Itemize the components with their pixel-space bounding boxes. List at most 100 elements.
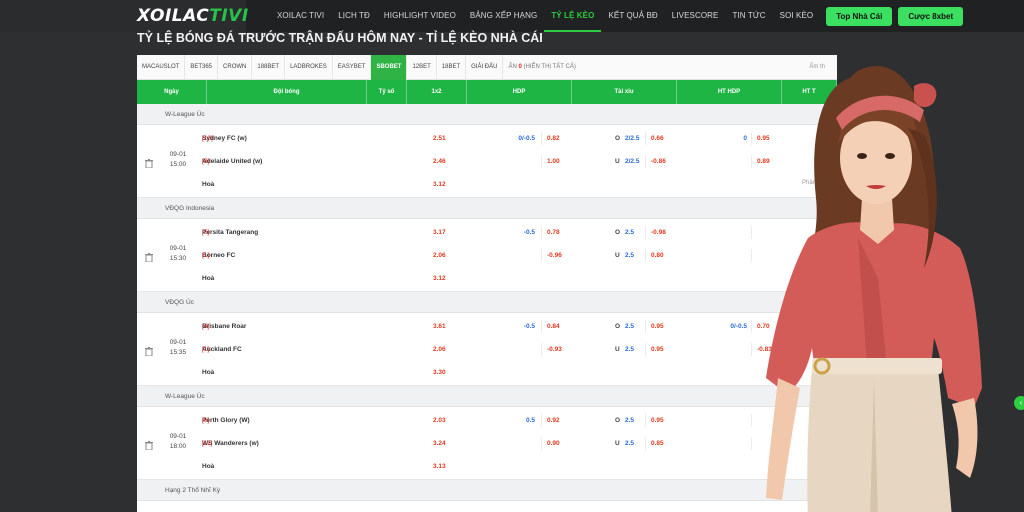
odds-1x2[interactable]: 2.51 bbox=[433, 127, 446, 150]
odds-1x2[interactable]: 2.06 bbox=[433, 338, 446, 361]
divider bbox=[541, 343, 542, 356]
odds-1x2[interactable]: 2.06 bbox=[433, 244, 446, 267]
ou-odds[interactable]: 0.95 bbox=[651, 315, 664, 338]
bookmaker-tab-4[interactable]: LADBROKES bbox=[285, 55, 333, 80]
column-header-4: HDP bbox=[467, 80, 572, 104]
top-nha-cai-button[interactable]: Top Nhà Cái bbox=[826, 6, 893, 26]
column-headers: Ngày Đội bóng Tỷ số 1x2 HDP Tài xỉu HT HDP HT T bbox=[137, 80, 837, 104]
bookmaker-tab-2[interactable]: CROWN bbox=[218, 55, 253, 80]
match-row: 09-01 18:00 Perth Glory (W) [6] 2.03 0.5 0.92 O… bbox=[137, 407, 837, 480]
odds-1x2[interactable]: 3.13 bbox=[433, 455, 446, 478]
hidden-count: 0 bbox=[518, 63, 522, 70]
hide-label: ẨN bbox=[508, 63, 517, 70]
nav-item-3[interactable]: BẢNG XẾP HẠNG bbox=[463, 0, 544, 32]
team-rank: [4] bbox=[202, 323, 210, 330]
match-list: W-League Úc 09-01 15:00 Sydney FC (w) [10] 2.… bbox=[137, 104, 837, 480]
nav-item-7[interactable]: TIN TỨC bbox=[725, 0, 772, 32]
odds-1x2[interactable]: 3.17 bbox=[433, 221, 446, 244]
divider bbox=[541, 414, 542, 427]
away-line: Borneo FC [1] 2.06 -0.96 U 2.5 0.80 bbox=[137, 244, 837, 267]
ou-side: O bbox=[615, 417, 621, 424]
column-header-2: Tỷ số bbox=[367, 80, 407, 104]
divider bbox=[541, 155, 542, 168]
odds-1x2[interactable]: 3.61 bbox=[433, 315, 446, 338]
nav-item-8[interactable]: SOI KÈO bbox=[773, 0, 821, 32]
hdp-odds[interactable]: -0.93 bbox=[547, 338, 562, 361]
hdp-odds[interactable]: 0.92 bbox=[547, 409, 560, 432]
hdp-line: -0.5 bbox=[523, 323, 535, 330]
bookmaker-tab-8[interactable]: 18BET bbox=[437, 55, 467, 80]
hide-toggle[interactable]: ẨN 0 (HIỂN THỊ TẤT CẢ) bbox=[503, 55, 580, 80]
bookmaker-tab-3[interactable]: 188BET bbox=[252, 55, 286, 80]
draw-label: Hoà bbox=[202, 463, 215, 470]
nav-item-0[interactable]: XOILAC TIVI bbox=[270, 0, 331, 32]
hdp-line: -0.5 bbox=[523, 229, 535, 236]
divider bbox=[645, 414, 646, 427]
column-header-1: Đội bóng bbox=[207, 80, 367, 104]
draw-line: Hoà 3.13 bbox=[137, 455, 837, 478]
ou-odds[interactable]: 0.80 bbox=[651, 244, 664, 267]
odds-1x2[interactable]: 3.12 bbox=[433, 267, 446, 290]
ou-odds[interactable]: 0.95 bbox=[651, 338, 664, 361]
bookmaker-tab-9[interactable]: GIẢI ĐẤU bbox=[466, 55, 504, 80]
hdp-line: 0/-0.5 bbox=[518, 135, 535, 142]
top-navigation: XOILACTIVI XOILAC TIVI LỊCH TĐ HIGHLIGHT V… bbox=[0, 0, 1024, 32]
league-header: VĐQG Indonesia bbox=[137, 198, 837, 219]
site-logo[interactable]: XOILACTIVI bbox=[137, 6, 249, 26]
ou-line: 2.5 bbox=[625, 229, 635, 236]
logo-area[interactable]: XOILACTIVI bbox=[0, 0, 249, 32]
bookmaker-tab-5[interactable]: EASYBET bbox=[333, 55, 372, 80]
hdp-odds[interactable]: 0.78 bbox=[547, 221, 560, 244]
nav-item-1[interactable]: LỊCH TĐ bbox=[331, 0, 377, 32]
bookmaker-tab-6[interactable]: SBOBET bbox=[371, 55, 408, 80]
scroll-indicator-icon[interactable]: ‹ bbox=[1014, 396, 1024, 410]
ou-line: 2.5 bbox=[625, 440, 635, 447]
nav-item-2[interactable]: HIGHLIGHT VIDEO bbox=[377, 0, 463, 32]
hdp-odds[interactable]: 0.82 bbox=[547, 127, 560, 150]
ou-odds[interactable]: 0.66 bbox=[651, 127, 664, 150]
divider bbox=[541, 132, 542, 145]
ou-odds[interactable]: -0.98 bbox=[651, 221, 666, 244]
main-menu: XOILAC TIVI LỊCH TĐ HIGHLIGHT VIDEO BẢNG XẾ… bbox=[270, 0, 820, 32]
odds-1x2[interactable]: 2.46 bbox=[433, 150, 446, 173]
hdp-odds[interactable]: -0.96 bbox=[547, 244, 562, 267]
team-rank: [6] bbox=[202, 417, 210, 424]
hdp-odds[interactable]: 0.90 bbox=[547, 432, 560, 455]
home-line: Brisbane Roar [4] 3.61 -0.5 0.84 O 2.5 0.95 0/-0… bbox=[137, 315, 837, 338]
ou-odds[interactable]: -0.86 bbox=[651, 150, 666, 173]
bookmaker-tabs: MACAUSLOT BET365 CROWN 188BET LADBROKES EASYB… bbox=[137, 55, 837, 80]
draw-line: Hoà 3.12 bbox=[137, 173, 837, 196]
ou-odds[interactable]: 0.95 bbox=[651, 409, 664, 432]
odds-1x2[interactable]: 3.30 bbox=[433, 361, 446, 384]
bookmaker-tab-1[interactable]: BET365 bbox=[185, 55, 219, 80]
away-line: WS Wanderers (w) [11] 3.24 0.90 U 2.5 0.85 bbox=[137, 432, 837, 455]
nav-item-6[interactable]: LIVESCORE bbox=[665, 0, 726, 32]
ou-line: 2/2.5 bbox=[625, 135, 640, 142]
nav-item-5[interactable]: KẾT QUẢ BĐ bbox=[601, 0, 664, 32]
bookmaker-tab-7[interactable]: 12BET bbox=[407, 55, 437, 80]
ou-side: O bbox=[615, 323, 621, 330]
nav-item-4[interactable]: TỶ LỆ KÈO bbox=[544, 0, 602, 32]
divider bbox=[645, 155, 646, 168]
odds-1x2[interactable]: 3.12 bbox=[433, 173, 446, 196]
team-name: Persita Tangerang bbox=[202, 229, 259, 236]
home-line: Sydney FC (w) [10] 2.51 0/-0.5 0.82 O 2/2.5 0.6… bbox=[137, 127, 837, 150]
odds-panel: MACAUSLOT BET365 CROWN 188BET LADBROKES EASYB… bbox=[137, 55, 837, 512]
odds-1x2[interactable]: 2.03 bbox=[433, 409, 446, 432]
divider bbox=[645, 320, 646, 333]
hdp-odds[interactable]: 1.00 bbox=[547, 150, 560, 173]
cuoc-8xbet-button[interactable]: Cược 8xbet bbox=[898, 6, 964, 26]
home-line: Persita Tangerang [5] 3.17 -0.5 0.78 O 2.5 -0.9… bbox=[137, 221, 837, 244]
odds-1x2[interactable]: 3.24 bbox=[433, 432, 446, 455]
home-line: Perth Glory (W) [6] 2.03 0.5 0.92 O 2.5 0.95 bbox=[137, 409, 837, 432]
ou-side: U bbox=[615, 252, 620, 259]
hdp-odds[interactable]: 0.84 bbox=[547, 315, 560, 338]
show-all-link[interactable]: (HIỂN THỊ TẤT CẢ) bbox=[524, 64, 576, 70]
divider bbox=[645, 132, 646, 145]
ou-side: U bbox=[615, 158, 620, 165]
bookmaker-tab-0[interactable]: MACAUSLOT bbox=[137, 55, 186, 80]
ou-odds[interactable]: 0.85 bbox=[651, 432, 664, 455]
draw-label: Hoà bbox=[202, 369, 215, 376]
team-rank: [10] bbox=[202, 135, 213, 142]
team-rank: [1] bbox=[202, 252, 210, 259]
